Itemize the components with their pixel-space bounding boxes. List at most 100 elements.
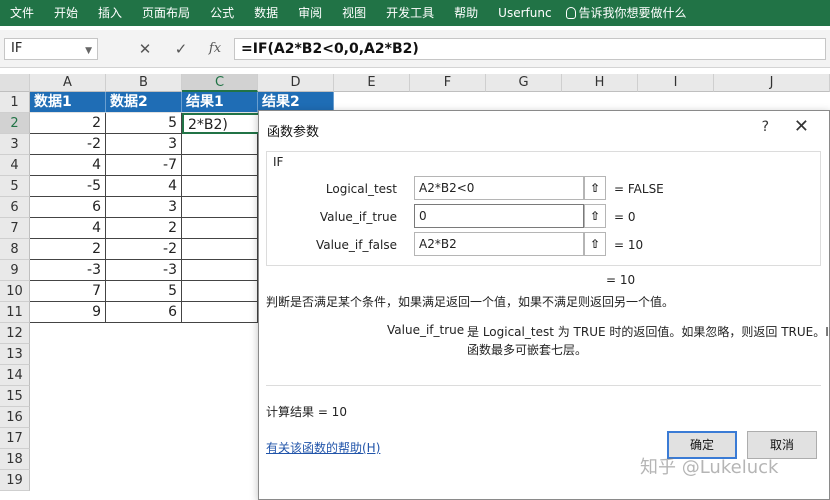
fx-icon[interactable]: fx	[204, 38, 226, 60]
data1-cell[interactable]: -2	[30, 134, 106, 155]
row-header[interactable]: 9	[0, 260, 30, 281]
formula-input[interactable]: =IF(A2*B2<0,0,A2*B2)	[234, 38, 826, 60]
result1-cell[interactable]	[182, 302, 258, 323]
active-cell-c2[interactable]: 2*B2)	[182, 113, 260, 134]
value-if-false-input[interactable]: A2*B2	[414, 232, 584, 256]
tab-data[interactable]: 数据	[244, 0, 288, 26]
data1-cell[interactable]: 4	[30, 218, 106, 239]
value-if-true-result: = 0	[614, 210, 636, 224]
result1-cell[interactable]	[182, 260, 258, 281]
row-header[interactable]: 18	[0, 449, 30, 470]
collapse-dialog-icon[interactable]: ⇧	[584, 176, 606, 200]
header-cell[interactable]: 数据2	[106, 92, 182, 113]
row-header[interactable]: 3	[0, 134, 30, 155]
result1-cell[interactable]	[182, 218, 258, 239]
value-if-true-label: Value_if_true	[319, 210, 397, 224]
tell-me-text: 告诉我你想要做什么	[578, 6, 687, 20]
tab-insert[interactable]: 插入	[88, 0, 132, 26]
row-header[interactable]: 16	[0, 407, 30, 428]
lightbulb-icon	[565, 7, 576, 19]
tab-review[interactable]: 审阅	[288, 0, 332, 26]
row-header[interactable]: 5	[0, 176, 30, 197]
data1-cell[interactable]: 2	[30, 113, 106, 134]
row-header[interactable]: 14	[0, 365, 30, 386]
chevron-down-icon[interactable]: ▼	[85, 41, 92, 61]
collapse-dialog-icon[interactable]: ⇧	[584, 204, 606, 228]
data2-cell[interactable]: -2	[106, 239, 182, 260]
data2-cell[interactable]: -7	[106, 155, 182, 176]
column-header[interactable]: E	[334, 74, 410, 92]
value-if-true-input[interactable]: 0	[414, 204, 584, 228]
data2-cell[interactable]: 3	[106, 197, 182, 218]
tab-help[interactable]: 帮助	[444, 0, 488, 26]
tab-page-layout[interactable]: 页面布局	[132, 0, 200, 26]
column-header[interactable]: D	[258, 74, 334, 92]
column-header[interactable]: G	[486, 74, 562, 92]
name-box[interactable]: IF ▼	[4, 38, 98, 60]
row-header[interactable]: 12	[0, 323, 30, 344]
column-header[interactable]: B	[106, 74, 182, 92]
data1-cell[interactable]: 7	[30, 281, 106, 302]
cancel-icon[interactable]: ✕	[134, 38, 156, 60]
row-header[interactable]: 8	[0, 239, 30, 260]
column-header[interactable]: F	[410, 74, 486, 92]
row-header[interactable]: 6	[0, 197, 30, 218]
row-header[interactable]: 11	[0, 302, 30, 323]
tab-developer[interactable]: 开发工具	[376, 0, 444, 26]
column-header[interactable]: A	[30, 74, 106, 92]
data2-cell[interactable]: -3	[106, 260, 182, 281]
result1-cell[interactable]	[182, 281, 258, 302]
tab-formulas[interactable]: 公式	[200, 0, 244, 26]
logical-test-label: Logical_test	[325, 182, 397, 196]
calculation-result: 计算结果 = 10	[266, 405, 347, 419]
tab-home[interactable]: 开始	[44, 0, 88, 26]
row-header[interactable]: 15	[0, 386, 30, 407]
data2-cell[interactable]: 6	[106, 302, 182, 323]
row-header[interactable]: 13	[0, 344, 30, 365]
ribbon-menu: 文件 开始 插入 页面布局 公式 数据 审阅 视图 开发工具 帮助 Userfu…	[0, 0, 830, 26]
data2-cell[interactable]: 4	[106, 176, 182, 197]
row-header[interactable]: 10	[0, 281, 30, 302]
result1-cell[interactable]	[182, 239, 258, 260]
collapse-dialog-icon[interactable]: ⇧	[584, 232, 606, 256]
column-header[interactable]: I	[638, 74, 714, 92]
row-header-selected[interactable]: 2	[0, 113, 30, 134]
tab-userfunc[interactable]: Userfunc	[488, 0, 561, 26]
function-name-label: IF	[273, 155, 284, 169]
result1-cell[interactable]	[182, 134, 258, 155]
data2-cell[interactable]: 3	[106, 134, 182, 155]
row-header[interactable]: 19	[0, 470, 30, 491]
data1-cell[interactable]: -5	[30, 176, 106, 197]
tab-file[interactable]: 文件	[0, 0, 44, 26]
data1-cell[interactable]: -3	[30, 260, 106, 281]
column-header[interactable]: J	[714, 74, 830, 92]
result1-cell[interactable]	[182, 155, 258, 176]
divider	[266, 385, 821, 386]
row-header[interactable]: 7	[0, 218, 30, 239]
help-icon[interactable]: ?	[762, 119, 769, 135]
data1-cell[interactable]: 2	[30, 239, 106, 260]
function-help-link[interactable]: 有关该函数的帮助(H)	[266, 439, 380, 456]
close-icon[interactable]: ✕	[794, 116, 809, 137]
argument-help-line1: 是 Logical_test 为 TRUE 时的返回值。如果忽略，则返回 TRU…	[467, 325, 830, 339]
data2-cell[interactable]: 5	[106, 281, 182, 302]
column-header[interactable]: H	[562, 74, 638, 92]
row-header[interactable]: 1	[0, 92, 30, 113]
row-header[interactable]: 4	[0, 155, 30, 176]
data1-cell[interactable]: 4	[30, 155, 106, 176]
column-header-selected[interactable]: C	[182, 74, 258, 92]
select-all-corner[interactable]	[0, 74, 30, 92]
data1-cell[interactable]: 9	[30, 302, 106, 323]
data2-cell[interactable]: 5	[106, 113, 182, 134]
tell-me-box[interactable]: 告诉我你想要做什么	[562, 0, 697, 26]
row-header[interactable]: 17	[0, 428, 30, 449]
tab-view[interactable]: 视图	[332, 0, 376, 26]
logical-test-input[interactable]: A2*B2<0	[414, 176, 584, 200]
data2-cell[interactable]: 2	[106, 218, 182, 239]
header-cell[interactable]: 数据1	[30, 92, 106, 113]
result1-cell[interactable]	[182, 197, 258, 218]
result1-cell[interactable]	[182, 176, 258, 197]
header-cell[interactable]: 结果1	[182, 92, 258, 113]
enter-icon[interactable]: ✓	[170, 38, 192, 60]
data1-cell[interactable]: 6	[30, 197, 106, 218]
